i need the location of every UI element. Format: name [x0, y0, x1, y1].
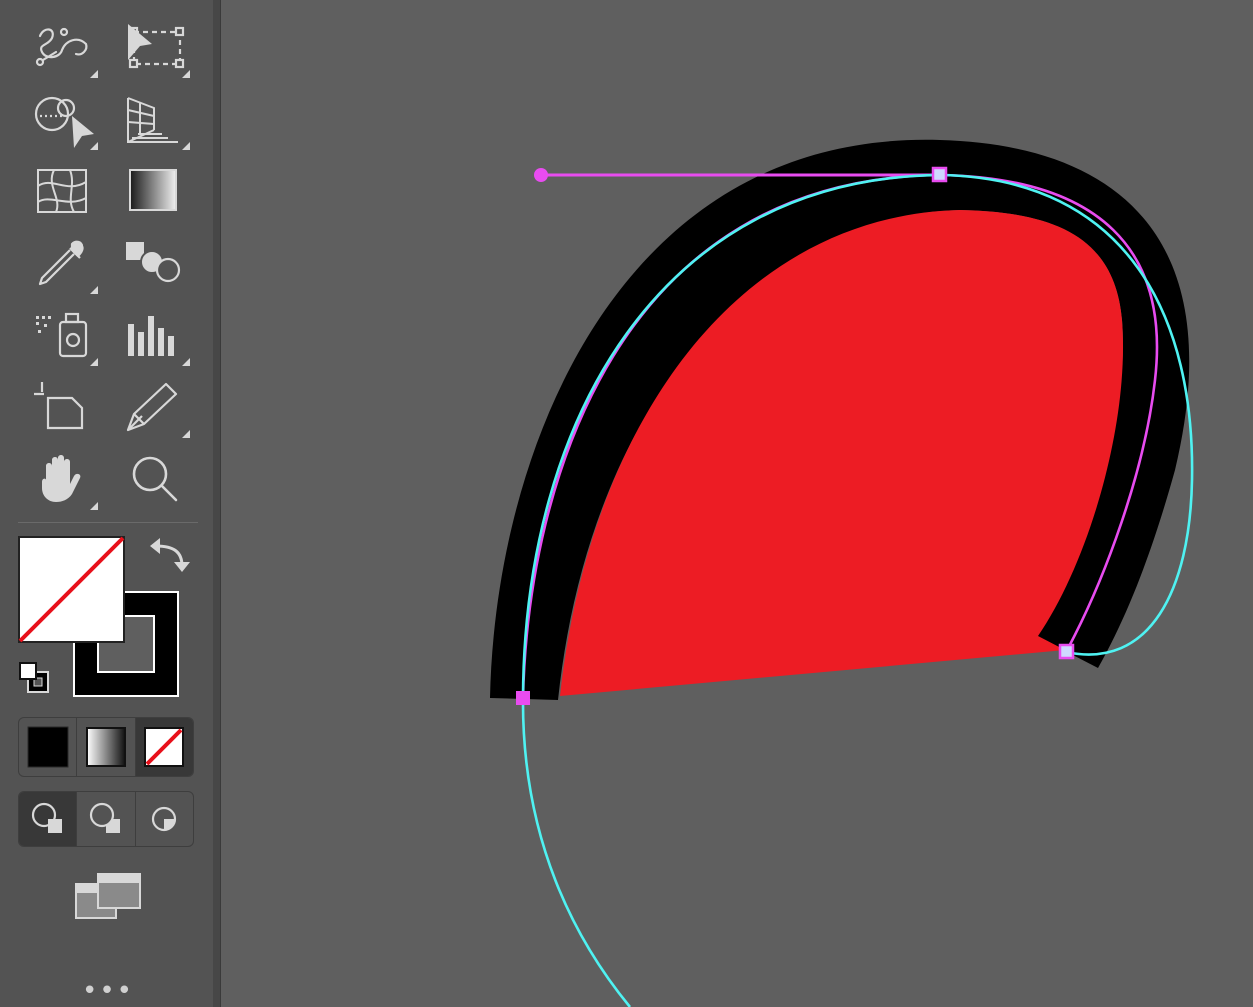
anchor-point[interactable] [1058, 643, 1075, 660]
artboard-tool[interactable] [26, 374, 98, 438]
zoom-icon [132, 456, 178, 502]
flyout-indicator [90, 70, 98, 78]
flyout-indicator [90, 358, 98, 366]
flyout-indicator [182, 430, 190, 438]
puppet-warp-tool[interactable] [26, 14, 98, 78]
eyedropper-tool[interactable] [26, 230, 98, 294]
draw-inside-button[interactable] [136, 792, 193, 846]
blend-tool[interactable] [118, 230, 190, 294]
slice-icon [126, 382, 178, 432]
color-mode-button[interactable] [19, 718, 78, 776]
flyout-indicator [182, 142, 190, 150]
anchor-point[interactable] [931, 166, 948, 183]
draw-behind-button[interactable] [77, 792, 136, 846]
solid-color-icon [27, 726, 69, 768]
shape-builder-tool[interactable] [26, 86, 98, 150]
none-mode-button[interactable] [135, 718, 193, 776]
symbol-sprayer-tool[interactable] [26, 302, 98, 366]
eyedropper-icon [38, 240, 84, 286]
fill-swatch[interactable] [18, 536, 125, 643]
color-mode-panel [18, 717, 194, 777]
shape-builder-icon [34, 96, 94, 148]
anchor-point-selected[interactable] [516, 691, 530, 705]
free-transform-icon [128, 24, 185, 69]
zoom-tool[interactable] [118, 446, 190, 510]
artboard-icon [34, 382, 84, 430]
hand-tool[interactable] [26, 446, 98, 510]
gradient-mode-button[interactable] [77, 718, 136, 776]
mesh-icon [37, 169, 87, 213]
fill-stroke-widget [18, 536, 190, 697]
draw-inside-icon [152, 806, 177, 832]
flyout-indicator [182, 358, 190, 366]
bezier-handle-point[interactable] [534, 168, 548, 182]
column-graph-tool[interactable] [118, 302, 190, 366]
edit-toolbar-button[interactable]: ••• [80, 976, 136, 1006]
perspective-grid-icon [127, 97, 178, 143]
change-screen-mode-button[interactable] [74, 870, 142, 922]
perspective-grid-tool[interactable] [118, 86, 190, 150]
tools-panel: ••• [0, 0, 213, 1007]
free-transform-tool[interactable] [118, 14, 190, 78]
default-fill-stroke-icon[interactable] [19, 662, 49, 693]
draw-normal-icon [31, 802, 62, 833]
toolbar-resize-edge[interactable] [213, 0, 221, 1007]
slice-tool[interactable] [118, 374, 190, 438]
mesh-tool[interactable] [26, 158, 98, 222]
blend-icon [126, 242, 181, 283]
draw-mode-panel [18, 791, 194, 847]
draw-behind-icon [89, 802, 120, 833]
none-swatch-icon [144, 727, 185, 767]
toolbar-divider [18, 522, 198, 523]
flyout-indicator [90, 502, 98, 510]
puppet-warp-icon [35, 27, 88, 67]
flyout-indicator [90, 142, 98, 150]
artboard-canvas[interactable] [222, 0, 1253, 1007]
gradient-swatch-icon [85, 727, 126, 767]
hand-icon [42, 455, 81, 502]
gradient-tool[interactable] [118, 158, 190, 222]
column-graph-icon [128, 316, 174, 356]
flyout-indicator [90, 286, 98, 294]
flyout-indicator [182, 70, 190, 78]
draw-normal-button[interactable] [19, 792, 78, 846]
gradient-icon [129, 169, 177, 211]
swap-fill-stroke-icon[interactable] [150, 538, 190, 572]
screen-mode-icon [75, 873, 141, 919]
symbol-sprayer-icon [36, 312, 88, 358]
